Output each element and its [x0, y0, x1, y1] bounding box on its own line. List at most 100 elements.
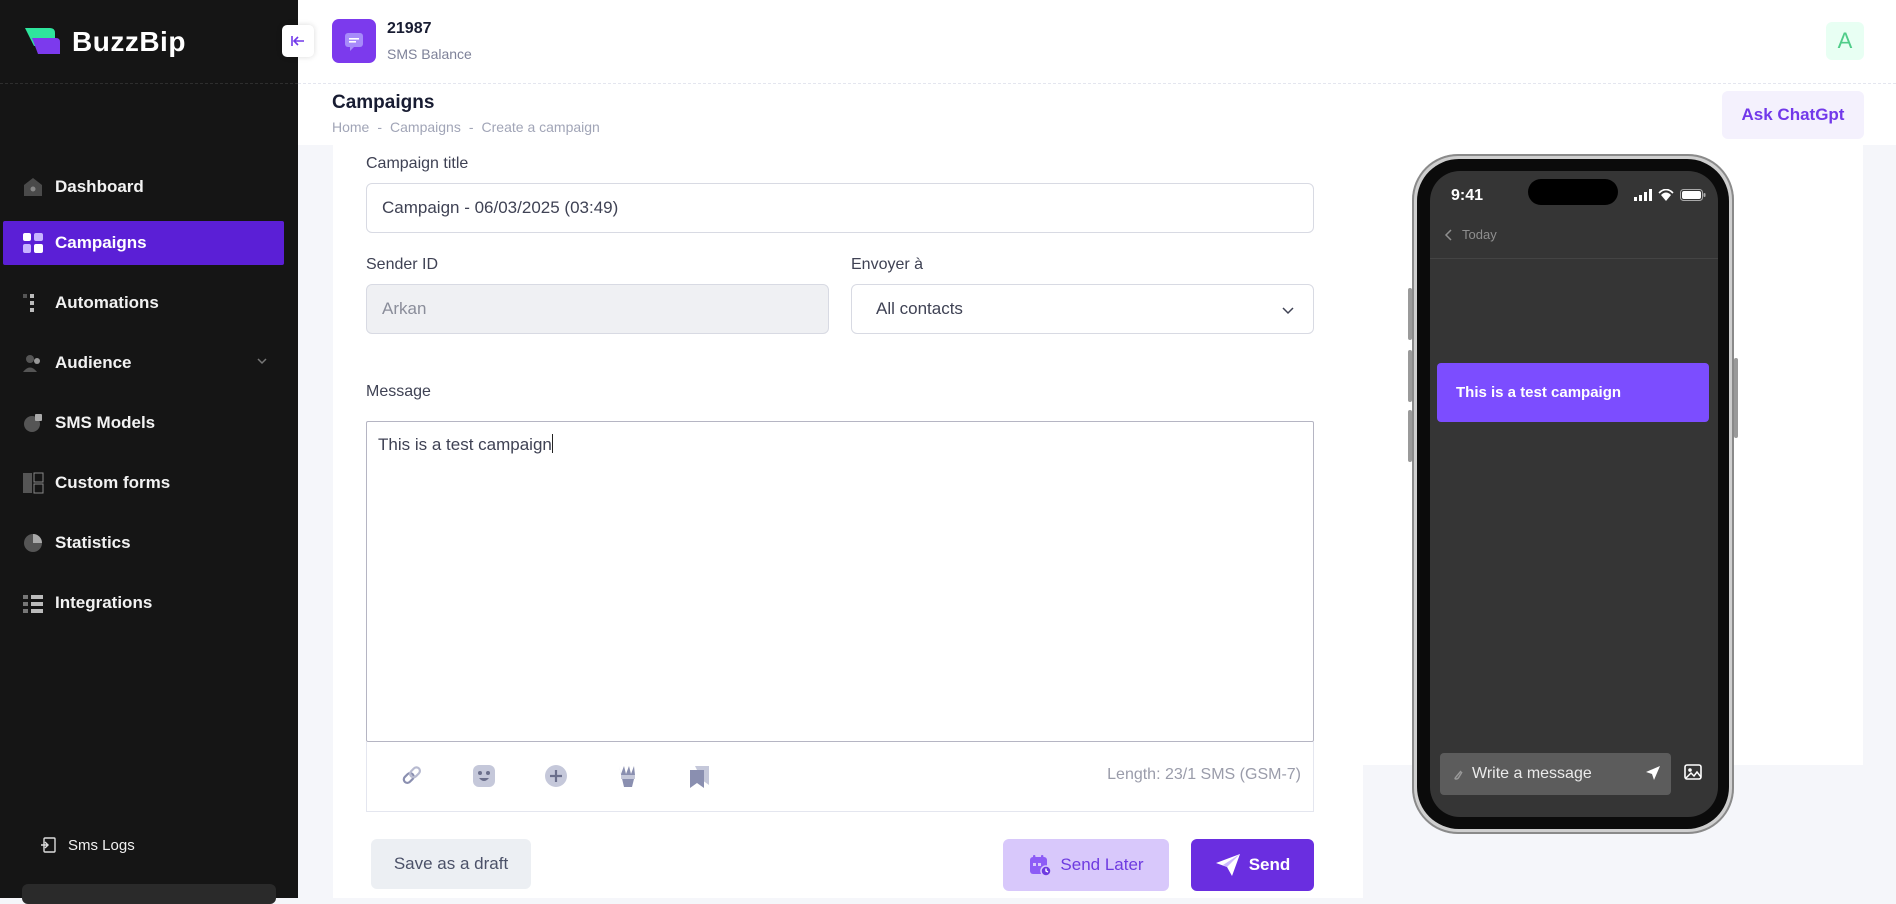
home-icon — [21, 175, 45, 199]
send-button[interactable]: Send — [1191, 839, 1314, 891]
paper-plane-icon — [1646, 766, 1660, 780]
sms-logs-label: Sms Logs — [68, 836, 135, 854]
grid-icon — [21, 231, 45, 255]
phone-side-button — [1408, 288, 1412, 340]
ask-chatgpt-button[interactable]: Ask ChatGpt — [1722, 91, 1864, 139]
chevron-down-icon — [257, 358, 267, 365]
breadcrumb-separator: - — [468, 119, 474, 135]
collapse-sidebar-button[interactable] — [282, 25, 314, 57]
phone-nav-label: Today — [1462, 227, 1497, 242]
chevron-left-icon — [1444, 228, 1452, 241]
sms-balance-value: 21987 — [387, 20, 432, 37]
text-caret — [551, 434, 553, 453]
sidebar-item-sms-models[interactable]: SMS Models — [3, 401, 284, 445]
paper-plane-icon — [1215, 854, 1240, 876]
attachment-icon — [1454, 770, 1463, 780]
save-draft-button[interactable]: Save as a draft — [371, 839, 531, 889]
insert-emoji-button[interactable] — [469, 761, 499, 791]
message-textarea[interactable]: This is a test campaign — [366, 421, 1314, 742]
sidebar-divider — [0, 83, 298, 84]
magic-write-button[interactable] — [613, 761, 643, 791]
integrations-icon — [21, 591, 45, 615]
send-later-button[interactable]: Send Later — [1003, 839, 1169, 891]
message-length: Length: 23/1 SMS (GSM-7) — [1107, 766, 1301, 783]
wifi-icon — [1658, 189, 1674, 201]
sidebar-item-sms-logs[interactable]: Sms Logs — [40, 836, 135, 854]
sidebar-item-label: Custom forms — [55, 473, 171, 492]
sidebar-footer-box — [22, 884, 276, 904]
sidebar-item-statistics[interactable]: Statistics — [3, 521, 284, 565]
phone-time: 9:41 — [1451, 187, 1484, 204]
phone-conversation-header: Today — [1430, 211, 1718, 259]
breadcrumb-home[interactable]: Home — [332, 119, 369, 135]
pie-chart-icon — [21, 531, 45, 555]
sidebar-item-label: Dashboard — [55, 177, 144, 196]
sidebar-item-label: Statistics — [55, 533, 131, 552]
magic-icon — [619, 766, 635, 787]
sidebar-item-audience[interactable]: Audience — [3, 341, 284, 385]
arrow-left-icon — [291, 36, 304, 46]
breadcrumb: Home - Campaigns - Create a campaign — [332, 119, 600, 135]
breadcrumb-campaigns[interactable]: Campaigns — [390, 119, 461, 135]
send-to-select[interactable]: All contacts — [851, 284, 1314, 334]
send-to-label: Envoyer à — [851, 256, 924, 273]
sidebar-item-label: SMS Models — [55, 413, 156, 432]
chevron-down-icon — [1282, 307, 1294, 315]
phone-screen: 9:41 Today This is a test campaign Write… — [1430, 171, 1718, 817]
campaign-title-label: Campaign title — [366, 155, 469, 172]
campaign-title-input[interactable]: Campaign - 06/03/2025 (03:49) — [366, 183, 1314, 233]
sidebar-item-label: Audience — [55, 353, 132, 372]
phone-side-button — [1408, 350, 1412, 402]
page-title: Campaigns — [332, 92, 435, 113]
phone-side-button — [1408, 410, 1412, 462]
signal-icon — [1634, 189, 1652, 201]
image-icon — [1684, 764, 1702, 780]
sender-id-input[interactable]: Arkan — [366, 284, 829, 334]
sms-balance-label: SMS Balance — [387, 46, 472, 62]
send-later-label: Send Later — [1060, 855, 1144, 874]
message-label: Message — [366, 383, 431, 400]
save-template-button[interactable] — [685, 761, 715, 791]
bookmark-icon — [690, 766, 709, 788]
form-icon — [21, 471, 45, 495]
sidebar-item-label: Integrations — [55, 593, 153, 612]
header-divider — [298, 83, 1896, 84]
breadcrumb-separator: - — [377, 119, 383, 135]
phone-compose-field: Write a message — [1440, 753, 1671, 795]
sidebar-item-campaigns[interactable]: Campaigns — [3, 221, 284, 265]
sidebar-item-integrations[interactable]: Integrations — [3, 581, 284, 625]
avatar[interactable]: A — [1826, 22, 1864, 60]
app-name: BuzzBip — [72, 26, 186, 57]
app-logo[interactable]: BuzzBip — [22, 24, 186, 60]
breadcrumb-current: Create a campaign — [481, 119, 600, 135]
plus-circle-icon — [545, 765, 567, 787]
sender-id-label: Sender ID — [366, 256, 439, 273]
sidebar-item-dashboard[interactable]: Dashboard — [3, 165, 284, 209]
send-to-value: All contacts — [876, 299, 963, 318]
link-icon — [402, 766, 422, 785]
sms-balance-icon — [332, 19, 376, 63]
sidebar: BuzzBip Dashboard Campaigns Automations — [0, 0, 298, 904]
message-preview-bubble: This is a test campaign — [1437, 363, 1709, 422]
template-icon — [21, 411, 45, 435]
dynamic-island — [1528, 179, 1618, 205]
sidebar-item-label: Campaigns — [55, 233, 147, 252]
logs-icon — [41, 837, 56, 853]
phone-compose-placeholder: Write a message — [1472, 765, 1592, 782]
calendar-clock-icon — [1030, 855, 1053, 877]
battery-icon — [1680, 189, 1706, 201]
list-icon — [21, 291, 45, 315]
emoji-icon — [473, 765, 495, 787]
message-icon — [345, 33, 363, 51]
logo-icon — [25, 28, 60, 54]
sidebar-item-custom-forms[interactable]: Custom forms — [3, 461, 284, 505]
message-toolbar: Length: 23/1 SMS (GSM-7) — [366, 742, 1314, 812]
sidebar-item-automations[interactable]: Automations — [3, 281, 284, 325]
insert-link-button[interactable] — [397, 761, 427, 791]
phone-power-button — [1734, 358, 1738, 438]
message-text: This is a test campaign — [378, 435, 552, 454]
send-label: Send — [1248, 855, 1291, 874]
sidebar-item-label: Automations — [55, 293, 159, 312]
insert-variable-button[interactable] — [541, 761, 571, 791]
phone-status-icons — [1634, 189, 1706, 201]
